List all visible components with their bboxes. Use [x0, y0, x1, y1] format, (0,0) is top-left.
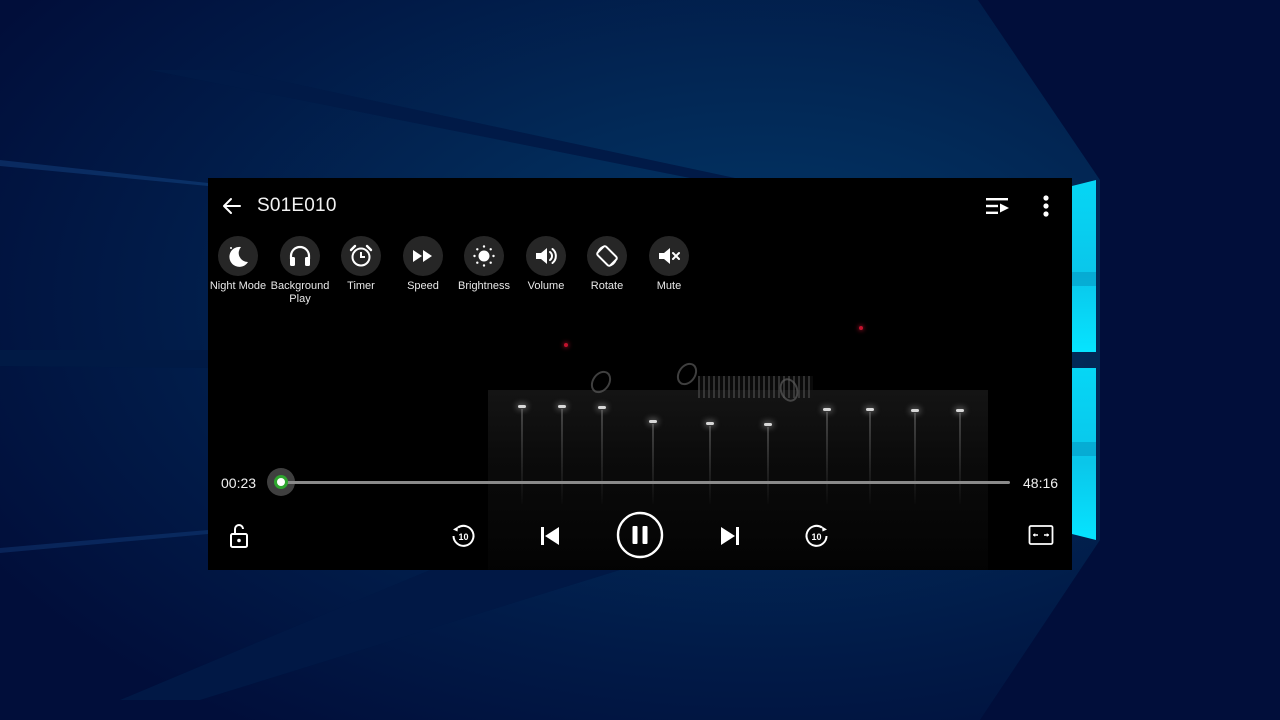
aspect-ratio-icon [1028, 525, 1054, 545]
action-label: Background Play [270, 280, 330, 305]
video-player-window[interactable]: S01E010 Night Mode Background Play Timer… [208, 178, 1072, 570]
arrow-left-icon [223, 198, 241, 214]
play-pause-button[interactable] [615, 510, 665, 560]
forward-10-button[interactable]: 10 [803, 522, 831, 550]
action-circle [218, 236, 258, 276]
fast-forward-icon [413, 250, 432, 262]
video-title: S01E010 [257, 195, 337, 216]
action-circle [587, 236, 627, 276]
video-scene-pillar [869, 412, 871, 504]
screen-rotation-icon [596, 245, 618, 267]
volume-button[interactable]: Volume [515, 236, 577, 293]
skip-previous-icon [541, 527, 559, 545]
action-circle [464, 236, 504, 276]
action-circle [526, 236, 566, 276]
aspect-ratio-button[interactable] [1028, 524, 1054, 546]
video-scene-light [956, 409, 964, 412]
speed-button[interactable]: Speed [392, 236, 454, 293]
video-scene-light [598, 406, 606, 409]
replay-10-icon: 10 [452, 524, 475, 547]
next-button[interactable] [716, 522, 744, 550]
windows-logo-pane [1072, 368, 1096, 540]
action-circle [341, 236, 381, 276]
video-scene-pillar [709, 426, 711, 504]
seek-thumb-knob [274, 475, 288, 489]
windows-logo-pane [1072, 180, 1096, 352]
rotate-button[interactable]: Rotate [576, 236, 638, 293]
alarm-clock-icon [349, 244, 373, 267]
forward-seconds-label: 10 [811, 532, 821, 542]
playlist-icon [986, 198, 1009, 214]
video-scene-light [649, 420, 657, 423]
moon-icon [229, 246, 248, 267]
video-scene-light [706, 422, 714, 425]
action-circle [403, 236, 443, 276]
back-button[interactable] [220, 194, 244, 218]
video-scene-pillar [652, 424, 654, 504]
action-label: Volume [527, 280, 565, 292]
video-scene-pillar [601, 410, 603, 504]
video-scene-pillar [767, 427, 769, 504]
forward-10-icon: 10 [805, 524, 828, 547]
seek-thumb-dot [277, 478, 285, 486]
skip-next-icon [721, 527, 739, 545]
video-scene-light [823, 408, 831, 411]
seek-thumb[interactable] [267, 468, 295, 496]
video-scene-light [518, 405, 526, 408]
background-play-button[interactable]: Background Play [269, 236, 331, 306]
timer-button[interactable]: Timer [330, 236, 392, 293]
volume-mute-icon [659, 248, 680, 264]
action-label: Night Mode [209, 280, 267, 292]
action-label: Mute [656, 280, 682, 292]
video-scene-red-light [859, 326, 863, 330]
playlist-button[interactable] [984, 194, 1012, 218]
action-circle [280, 236, 320, 276]
action-circle [649, 236, 689, 276]
volume-icon [536, 248, 557, 264]
headphones-icon [289, 245, 311, 266]
video-scene-pillar [521, 409, 523, 504]
video-scene-dish [672, 359, 702, 389]
top-bar: S01E010 [208, 178, 1072, 234]
lock-button[interactable] [226, 521, 252, 551]
video-scene-pillar [826, 412, 828, 504]
brightness-button[interactable]: Brightness [453, 236, 515, 293]
action-label: Rotate [590, 280, 624, 292]
video-scene-light [911, 409, 919, 412]
quick-actions-bar: Night Mode Background Play Timer Speed B… [208, 236, 728, 316]
video-scene-light [558, 405, 566, 408]
total-duration: 48:16 [1023, 475, 1059, 491]
action-label: Timer [347, 280, 375, 292]
video-scene-pillar [914, 413, 916, 504]
night-mode-button[interactable]: Night Mode [208, 236, 269, 293]
unlock-icon [230, 524, 248, 548]
mute-button[interactable]: Mute [638, 236, 700, 293]
current-time: 00:23 [221, 475, 257, 491]
video-scene-pillar [959, 413, 961, 504]
video-scene-pillar [561, 409, 563, 504]
pause-icon [616, 511, 664, 559]
action-label: Brightness [458, 280, 510, 292]
seek-bar[interactable] [267, 468, 1010, 496]
video-scene-light [764, 423, 772, 426]
sun-icon [473, 245, 495, 267]
more-vertical-icon [1043, 195, 1049, 217]
rewind-seconds-label: 10 [458, 532, 468, 542]
more-options-button[interactable] [1036, 194, 1056, 218]
video-scene-light [866, 408, 874, 411]
video-scene-red-light [564, 343, 568, 347]
previous-button[interactable] [536, 522, 564, 550]
action-label: Speed [407, 280, 439, 292]
rewind-10-button[interactable]: 10 [449, 522, 477, 550]
